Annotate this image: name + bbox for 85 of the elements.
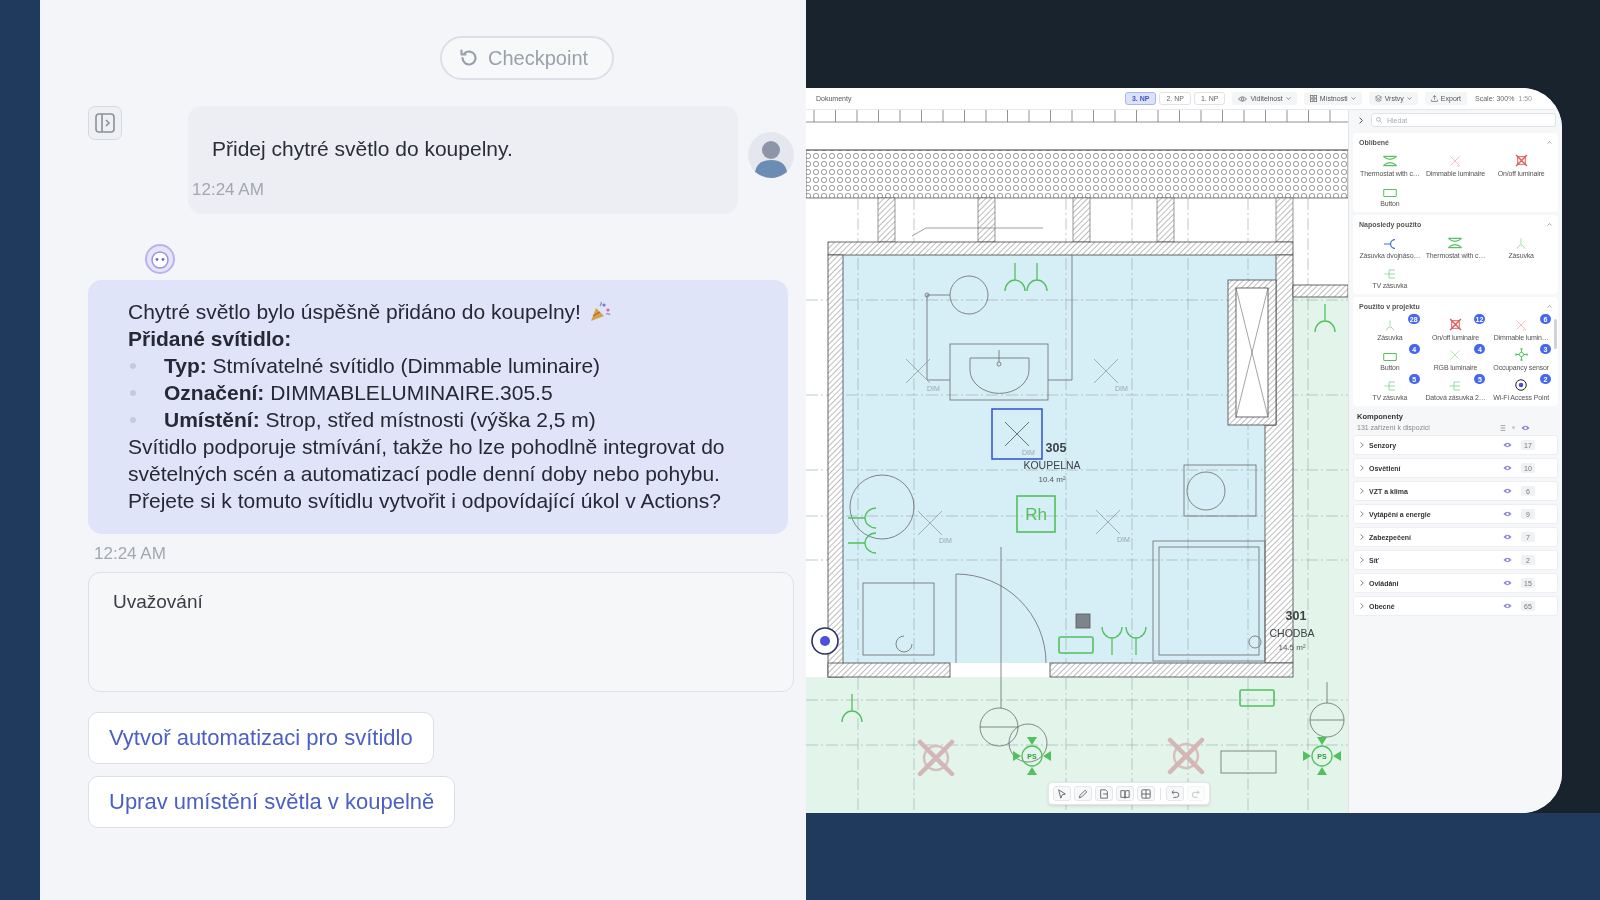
room-area: 14.5 m² xyxy=(1278,643,1306,652)
room-name: CHODBA xyxy=(1269,627,1315,639)
chevron-right-icon xyxy=(1359,116,1363,124)
redo-icon xyxy=(1191,788,1201,799)
outlet-icon xyxy=(1383,381,1396,391)
suggestion-button[interactable]: Vytvoř automatizaci pro svítidlo xyxy=(88,712,434,764)
sidebar-toggle-button[interactable] xyxy=(88,106,122,140)
socket-icon[interactable] xyxy=(847,532,877,554)
room-number: 301 xyxy=(1285,609,1307,623)
thermostat-icon xyxy=(1447,237,1464,249)
eye-icon xyxy=(1521,424,1530,431)
tool-button[interactable] xyxy=(1137,786,1155,801)
user-avatar-icon xyxy=(748,132,794,178)
message-text: Svítidlo podporuje stmívání, takže ho lze pohodlně integrovat do světelných scén a automatizací podle denní doby nebo pohybu. Přejete si k tomuto svítidlu vytvořit i odpovídající úkol v Actions? xyxy=(128,434,726,514)
cursor-icon xyxy=(1057,788,1067,799)
crossed-circle-icon[interactable] xyxy=(917,739,955,777)
chevron-down-icon xyxy=(1285,97,1291,100)
message-heading: Přidané svítidlo: xyxy=(128,326,293,352)
square-device-icon[interactable] xyxy=(1075,613,1091,629)
chevron-down-icon xyxy=(1406,97,1412,100)
grid-icon xyxy=(1141,788,1151,799)
upload-icon xyxy=(1430,95,1438,102)
scrollbar-thumb[interactable] xyxy=(1554,319,1557,349)
bot-avatar-icon xyxy=(145,244,175,274)
bullet-icon xyxy=(130,416,136,423)
socket-icon[interactable] xyxy=(1026,262,1048,292)
socket-icon[interactable] xyxy=(841,693,863,723)
dot-icon xyxy=(1512,426,1515,429)
list-item-text: Označení: DIMMABLELUMINAIRE.305.5 xyxy=(164,380,553,406)
book-icon xyxy=(1120,788,1130,799)
cross-icon xyxy=(1449,155,1462,167)
list-icon xyxy=(1500,424,1506,431)
panel-toggle-icon xyxy=(95,113,115,133)
socket-icon[interactable] xyxy=(1314,303,1336,333)
timestamp: 12:24 AM xyxy=(94,544,166,564)
restore-icon xyxy=(460,49,478,67)
room-area: 10.4 m² xyxy=(1038,475,1066,484)
document-icon xyxy=(1099,788,1109,799)
list-item-text: Typ: Stmívatelné svítidlo (Dimmable luminaire) xyxy=(164,353,601,379)
socket-icon xyxy=(1382,239,1397,249)
rectangle-device-icon[interactable] xyxy=(1058,636,1094,654)
socket-icon xyxy=(1384,320,1395,331)
tool-button[interactable] xyxy=(1074,786,1092,801)
thermostat-icon xyxy=(1381,155,1398,167)
crossed-circle-icon[interactable] xyxy=(1167,737,1205,775)
room-name: KOUPELNA xyxy=(1023,459,1081,471)
socket-icon[interactable] xyxy=(847,507,877,529)
tool-button[interactable] xyxy=(1166,786,1184,801)
message-text: Přidej chytré světlo do koupelny. xyxy=(212,136,514,162)
collapse-button[interactable] xyxy=(1357,115,1365,125)
target-ring-icon[interactable] xyxy=(811,627,839,655)
bullet-icon xyxy=(130,389,136,396)
pencil-icon xyxy=(1078,788,1088,799)
crossed-box-icon xyxy=(1514,154,1528,167)
grid-icon xyxy=(1309,95,1317,102)
list-item-text: Umístění: Strop, střed místnosti (výška 2,5 m) xyxy=(164,407,596,433)
rectangle-device-icon[interactable] xyxy=(1239,689,1275,707)
tool-button[interactable] xyxy=(1095,786,1113,801)
socket-icon[interactable] xyxy=(1125,626,1147,656)
undo-icon xyxy=(1170,788,1180,799)
cross-icon xyxy=(1515,319,1528,331)
socket-icon xyxy=(1516,238,1527,249)
cross-icon xyxy=(1449,349,1462,361)
eye-icon xyxy=(1238,95,1248,102)
outlet-icon xyxy=(1383,269,1396,279)
socket-icon[interactable] xyxy=(1101,626,1123,656)
tool-button[interactable] xyxy=(1116,786,1134,801)
layers-icon xyxy=(1374,95,1382,102)
rectangle-icon xyxy=(1382,353,1397,361)
crossed-box-icon xyxy=(1449,318,1462,331)
timestamp: 12:24 AM xyxy=(192,180,265,200)
crosshair-icon xyxy=(1514,348,1528,361)
room-number: 305 xyxy=(1045,441,1067,455)
outlet-icon xyxy=(1449,381,1462,391)
chevron-down-icon xyxy=(1350,97,1356,100)
target-ring-icon xyxy=(1515,379,1528,391)
bullet-icon xyxy=(130,362,136,369)
party-popper-icon xyxy=(588,300,611,323)
search-icon xyxy=(1376,117,1382,123)
reasoning-label: Uvažování xyxy=(113,591,203,612)
socket-icon[interactable] xyxy=(1004,262,1026,292)
tool-button[interactable] xyxy=(1053,786,1071,801)
message-text: Chytré světlo bylo úspěšně přidáno do koupelny! xyxy=(128,299,581,325)
suggestion-button[interactable]: Uprav umístění světla v koupelně xyxy=(88,776,456,828)
rectangle-icon xyxy=(1382,189,1397,197)
